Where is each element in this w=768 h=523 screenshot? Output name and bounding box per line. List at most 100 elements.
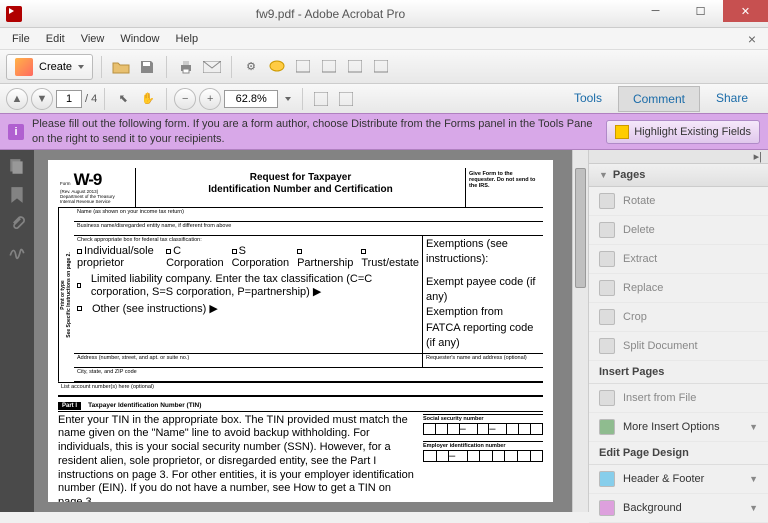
- pdf-page: Form W-9 (Rev. August 2013) Department o…: [48, 160, 553, 502]
- main-toolbar: Create ⚙: [0, 50, 768, 84]
- create-label: Create: [39, 61, 72, 73]
- app-icon: [6, 6, 22, 22]
- tool-icon-3[interactable]: [344, 56, 366, 78]
- delete-icon: [599, 222, 615, 238]
- zoom-caret-icon[interactable]: [285, 97, 291, 101]
- part1-title: Taxpayer Identification Number (TIN): [88, 402, 201, 409]
- replace-icon: [599, 280, 615, 296]
- open-icon[interactable]: [110, 56, 132, 78]
- form-banner: i Please fill out the following form. If…: [0, 114, 768, 150]
- email-icon[interactable]: [201, 56, 223, 78]
- account-row: List account number(s) here (optional): [58, 382, 543, 396]
- cursor-icon[interactable]: ⬉: [112, 88, 134, 110]
- save-icon[interactable]: [136, 56, 158, 78]
- hand-icon[interactable]: ✋: [137, 88, 159, 110]
- form-number: W-9: [74, 170, 102, 189]
- menu-close-doc[interactable]: ×: [740, 31, 764, 47]
- tools-link[interactable]: Tools: [560, 86, 616, 112]
- rotate-item[interactable]: Rotate: [589, 187, 768, 216]
- ein-input[interactable]: –: [423, 450, 543, 462]
- menu-view[interactable]: View: [73, 31, 113, 47]
- menu-window[interactable]: Window: [112, 31, 167, 47]
- zoom-in-button[interactable]: +: [199, 88, 221, 110]
- print-icon[interactable]: [175, 56, 197, 78]
- replace-item[interactable]: Replace: [589, 274, 768, 303]
- thumbnail-icon[interactable]: [8, 158, 26, 176]
- menu-bar: File Edit View Window Help ×: [0, 28, 768, 50]
- checkbox[interactable]: [232, 249, 237, 254]
- rotate-icon: [599, 193, 615, 209]
- caret-icon: [78, 65, 84, 69]
- pages-header[interactable]: ▼Pages: [589, 164, 768, 187]
- tool-icon-2[interactable]: [318, 56, 340, 78]
- bookmark-icon[interactable]: [8, 186, 26, 204]
- fit-icon-1[interactable]: [310, 88, 332, 110]
- menu-file[interactable]: File: [4, 31, 38, 47]
- zoom-out-button[interactable]: −: [174, 88, 196, 110]
- header-icon: [599, 471, 615, 487]
- delete-item[interactable]: Delete: [589, 216, 768, 245]
- window-title: fw9.pdf - Adobe Acrobat Pro: [28, 7, 633, 21]
- title-bar: fw9.pdf - Adobe Acrobat Pro ─ ☐ ✕: [0, 0, 768, 28]
- scrollbar[interactable]: [572, 150, 588, 512]
- highlight-fields-button[interactable]: Highlight Existing Fields: [606, 120, 760, 144]
- comment-link[interactable]: Comment: [618, 86, 700, 112]
- create-button[interactable]: Create: [6, 54, 93, 80]
- fit-icon-2[interactable]: [335, 88, 357, 110]
- tool-icon-4[interactable]: [370, 56, 392, 78]
- more-icon: [599, 419, 615, 435]
- collapse-button[interactable]: ▸|: [589, 150, 768, 164]
- maximize-button[interactable]: ☐: [678, 0, 723, 22]
- insert-file-icon: [599, 390, 615, 406]
- header-footer-item[interactable]: Header & Footer▼: [589, 465, 768, 494]
- address-row: Address (number, street, and apt. or sui…: [74, 354, 423, 367]
- attachment-icon[interactable]: [8, 214, 26, 232]
- checkbox[interactable]: [77, 283, 81, 288]
- extract-item[interactable]: Extract: [589, 245, 768, 274]
- checkbox[interactable]: [77, 306, 82, 311]
- page-number-input[interactable]: [56, 90, 82, 108]
- background-item[interactable]: Background▼: [589, 494, 768, 523]
- tools-panel: ▸| ▼Pages Rotate Delete Extract Replace …: [588, 150, 768, 512]
- crop-item[interactable]: Crop: [589, 303, 768, 332]
- comment-icon[interactable]: [266, 56, 288, 78]
- highlight-label: Highlight Existing Fields: [634, 126, 751, 138]
- highlight-icon: [615, 125, 629, 139]
- prev-page-button[interactable]: ▲: [6, 88, 28, 110]
- edit-section: Edit Page Design: [589, 442, 768, 465]
- menu-edit[interactable]: Edit: [38, 31, 73, 47]
- crop-icon: [599, 309, 615, 325]
- close-button[interactable]: ✕: [723, 0, 768, 22]
- extract-icon: [599, 251, 615, 267]
- more-insert-item[interactable]: More Insert Options▼: [589, 413, 768, 442]
- ssn-input[interactable]: ––: [423, 423, 543, 435]
- page-total: / 4: [85, 93, 97, 105]
- checkbox[interactable]: [361, 249, 366, 254]
- insert-file-item[interactable]: Insert from File: [589, 384, 768, 413]
- gear-icon[interactable]: ⚙: [240, 56, 262, 78]
- document-area[interactable]: Form W-9 (Rev. August 2013) Department o…: [34, 150, 588, 512]
- next-page-button[interactable]: ▼: [31, 88, 53, 110]
- zoom-input[interactable]: [224, 90, 278, 108]
- form-label: Form: [60, 181, 71, 186]
- tool-icon-1[interactable]: [292, 56, 314, 78]
- scroll-thumb[interactable]: [575, 168, 586, 288]
- share-link[interactable]: Share: [702, 86, 762, 112]
- side-nav: [0, 150, 34, 512]
- info-icon: i: [8, 124, 24, 140]
- checkbox[interactable]: [77, 249, 82, 254]
- checkbox[interactable]: [166, 249, 171, 254]
- menu-help[interactable]: Help: [167, 31, 206, 47]
- business-row: Business name/disregarded entity name, i…: [74, 222, 543, 236]
- ein-label: Employer identification number: [423, 441, 543, 450]
- requester-row: Requester's name and address (optional): [423, 354, 543, 367]
- name-row: Name (as shown on your income tax return…: [74, 208, 543, 222]
- split-item[interactable]: Split Document: [589, 332, 768, 361]
- minimize-button[interactable]: ─: [633, 0, 678, 22]
- nav-toolbar: ▲ ▼ / 4 ⬉ ✋ − + Tools Comment Share: [0, 84, 768, 114]
- insert-section: Insert Pages: [589, 361, 768, 384]
- form-title-2: Identification Number and Certification: [146, 184, 455, 196]
- signature-icon[interactable]: [8, 242, 26, 260]
- city-row: City, state, and ZIP code: [74, 368, 543, 382]
- checkbox[interactable]: [297, 249, 302, 254]
